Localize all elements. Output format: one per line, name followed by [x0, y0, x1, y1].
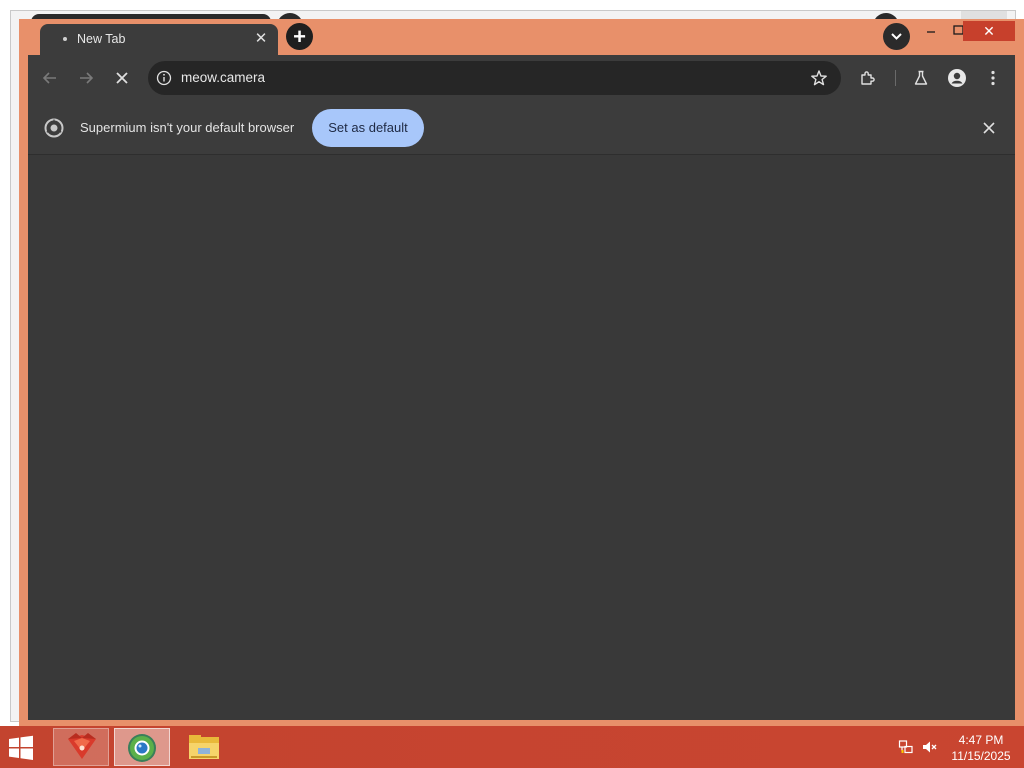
browser-chrome: meow.camera Supermium isn't your default…	[28, 55, 1015, 720]
forward-arrow-icon	[80, 72, 94, 84]
taskbar-app-2[interactable]	[114, 728, 170, 766]
bookmark-star-icon[interactable]	[810, 69, 828, 87]
tab-title: New Tab	[77, 32, 126, 46]
default-browser-infobar: Supermium isn't your default browser Set…	[28, 101, 1015, 155]
forward-button[interactable]	[73, 65, 99, 91]
browser-window: New Tab ✕ + ✕ meow.camera Supermium isn'…	[19, 19, 1024, 726]
back-button[interactable]	[37, 65, 63, 91]
file-explorer-icon	[189, 735, 219, 759]
tab-search-button[interactable]	[883, 23, 910, 50]
stop-x-icon	[116, 72, 128, 84]
system-clock[interactable]: 4:47 PM 11/15/2025	[944, 732, 1018, 764]
windows-start-icon[interactable]	[6, 734, 36, 762]
volume-muted-icon[interactable]	[921, 739, 937, 755]
flask-icon	[914, 70, 928, 85]
puzzle-piece-icon	[861, 71, 875, 85]
clock-time: 4:47 PM	[958, 733, 1004, 747]
infobar-close-icon[interactable]	[979, 118, 999, 138]
labs-button[interactable]	[908, 65, 934, 91]
set-as-default-button[interactable]: Set as default	[312, 109, 424, 147]
menu-button[interactable]	[980, 65, 1006, 91]
clock-date: 11/15/2025	[951, 749, 1011, 763]
desktop: New Tab ✕ + ✕ meow.camera Supermium isn'…	[0, 0, 1024, 768]
infobar-message: Supermium isn't your default browser	[80, 120, 295, 135]
window-close-button[interactable]: ✕	[963, 21, 1015, 41]
toolbar-separator	[895, 70, 896, 86]
browser-globe-icon	[128, 734, 156, 762]
extensions-button[interactable]	[855, 65, 881, 91]
address-bar[interactable]: meow.camera	[148, 61, 841, 95]
new-tab-button[interactable]: +	[286, 23, 313, 50]
page-content[interactable]	[28, 155, 1015, 720]
stop-loading-button[interactable]	[109, 65, 135, 91]
network-icon[interactable]	[898, 739, 914, 755]
url-text[interactable]: meow.camera	[181, 70, 265, 85]
tab-close-icon[interactable]: ✕	[252, 30, 270, 48]
taskbar: 4:47 PM 11/15/2025	[0, 726, 1024, 768]
back-arrow-icon	[42, 72, 56, 84]
tab-new-tab[interactable]: New Tab ✕	[40, 24, 278, 56]
title-bar[interactable]: New Tab ✕ + ✕	[19, 19, 1024, 56]
minimize-icon[interactable]	[924, 23, 940, 39]
loading-spinner-icon	[63, 37, 67, 41]
taskbar-app-3[interactable]	[176, 728, 232, 766]
supermium-logo-icon	[44, 118, 64, 138]
site-info-icon[interactable]	[156, 70, 172, 86]
chevron-down-icon	[891, 33, 902, 40]
avatar-icon	[948, 69, 966, 87]
taskbar-app-1[interactable]	[53, 728, 109, 766]
profile-button[interactable]	[944, 65, 970, 91]
red-app-icon	[68, 733, 96, 759]
toolbar: meow.camera	[28, 55, 1015, 101]
more-vertical-icon	[991, 70, 995, 86]
